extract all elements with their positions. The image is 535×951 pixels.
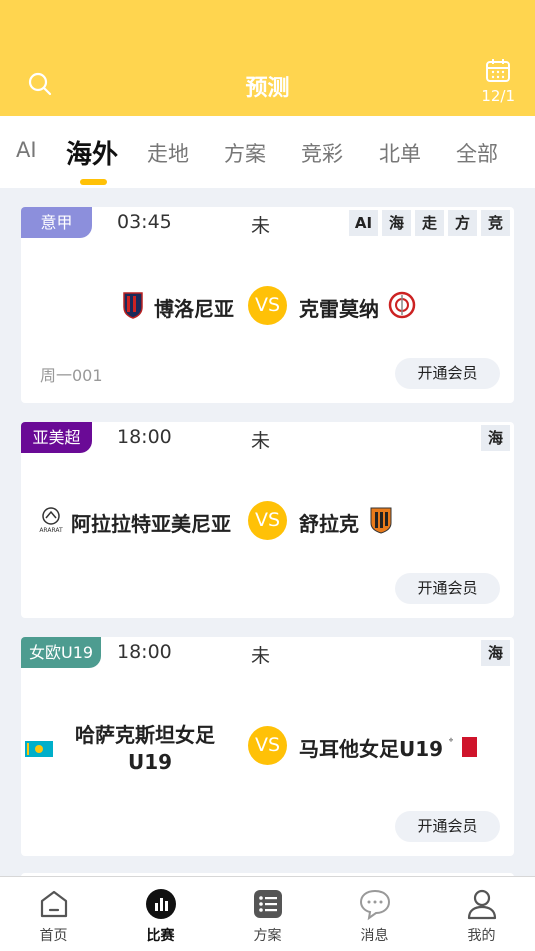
prediction-badges: 海 — [481, 640, 510, 666]
league-tag: 女欧U19 — [21, 637, 102, 668]
home-team-suffix: U19 — [128, 750, 173, 774]
profile-icon — [467, 889, 497, 920]
vs-icon: VS — [248, 501, 287, 540]
league-tag: 意甲 — [21, 207, 92, 238]
match-time: 18:00 — [117, 426, 172, 448]
prediction-badges: AI 海 走 方 竞 — [349, 210, 510, 236]
vs-icon: VS — [248, 286, 287, 325]
match-card[interactable]: 亚美超 18:00 未 海 ARARAT 阿拉拉特亚美尼亚 VS 舒拉克 开通会… — [21, 422, 514, 618]
nav-label: 我的 — [467, 928, 496, 944]
category-tabs: AI 海外 走地 方案 竞彩 北单 全部 — [0, 116, 535, 188]
tab-lottery[interactable]: 竞彩 — [301, 138, 343, 168]
bottom-nav: 首页 比赛 方案 消息 我的 — [0, 876, 535, 951]
badge-live: 走 — [415, 210, 444, 236]
match-time: 18:00 — [117, 641, 172, 663]
badge-overseas: 海 — [481, 640, 510, 666]
home-team: 博洛尼亚 — [154, 297, 234, 321]
nav-plan[interactable]: 方案 — [214, 877, 321, 951]
away-team: 马耳他女足U19 — [299, 737, 444, 761]
open-membership-button[interactable]: 开通会员 — [395, 573, 500, 604]
nav-label: 消息 — [360, 928, 389, 944]
badge-ai: AI — [349, 210, 378, 236]
nav-home[interactable]: 首页 — [0, 877, 107, 951]
match-status: 未 — [251, 430, 271, 452]
league-tag: 亚美超 — [21, 422, 92, 453]
badge-lottery: 竞 — [481, 210, 510, 236]
match-time: 03:45 — [117, 211, 172, 233]
nav-label: 比赛 — [146, 928, 175, 944]
kazakhstan-flag-icon — [25, 741, 53, 757]
match-number: 周一001 — [40, 366, 103, 385]
badge-overseas: 海 — [481, 425, 510, 451]
active-tab-indicator — [80, 179, 107, 185]
match-status: 未 — [251, 645, 271, 667]
nav-label: 方案 — [253, 928, 282, 944]
badge-overseas: 海 — [382, 210, 411, 236]
prediction-badges: 海 — [481, 425, 510, 451]
tab-ai[interactable]: AI — [16, 138, 37, 162]
match-icon — [146, 889, 176, 919]
plan-icon — [254, 890, 282, 918]
vs-icon: VS — [248, 726, 287, 765]
tab-plan[interactable]: 方案 — [224, 138, 266, 168]
app-header: 预测 12/1 — [0, 0, 535, 116]
tab-beidan[interactable]: 北单 — [379, 138, 421, 168]
home-icon — [40, 890, 68, 918]
bologna-logo-icon — [123, 292, 143, 319]
open-membership-button[interactable]: 开通会员 — [395, 358, 500, 389]
tab-overseas[interactable]: 海外 — [66, 134, 118, 171]
home-team: 阿拉拉特亚美尼亚 — [71, 512, 231, 536]
malta-flag-icon — [447, 737, 477, 757]
home-team: 哈萨克斯坦女足 — [75, 723, 215, 747]
message-icon — [359, 889, 391, 921]
match-card[interactable]: 意甲 03:45 未 AI 海 走 方 竞 博洛尼亚 VS 克雷莫纳 周一001… — [21, 207, 514, 403]
away-team: 舒拉克 — [299, 512, 359, 536]
match-status: 未 — [251, 215, 271, 237]
away-team: 克雷莫纳 — [299, 297, 379, 321]
calendar-icon[interactable] — [485, 58, 511, 84]
tab-live[interactable]: 走地 — [147, 138, 189, 168]
shirak-logo-icon — [370, 507, 392, 534]
badge-plan: 方 — [448, 210, 477, 236]
cremonese-logo-icon — [388, 291, 416, 319]
svg-text:ARARAT: ARARAT — [39, 527, 63, 534]
selected-date[interactable]: 12/1 — [481, 87, 515, 105]
nav-message[interactable]: 消息 — [321, 877, 428, 951]
match-card[interactable]: 女欧U19 18:00 未 海 哈萨克斯坦女足 U19 VS 马耳他女足U19 … — [21, 637, 514, 856]
nav-match[interactable]: 比赛 — [107, 877, 214, 951]
tab-all[interactable]: 全部 — [456, 138, 498, 168]
page-title: 预测 — [245, 76, 290, 101]
nav-label: 首页 — [39, 928, 68, 944]
ararat-logo-icon: ARARAT — [39, 507, 63, 534]
nav-profile[interactable]: 我的 — [428, 877, 535, 951]
open-membership-button[interactable]: 开通会员 — [395, 811, 500, 842]
